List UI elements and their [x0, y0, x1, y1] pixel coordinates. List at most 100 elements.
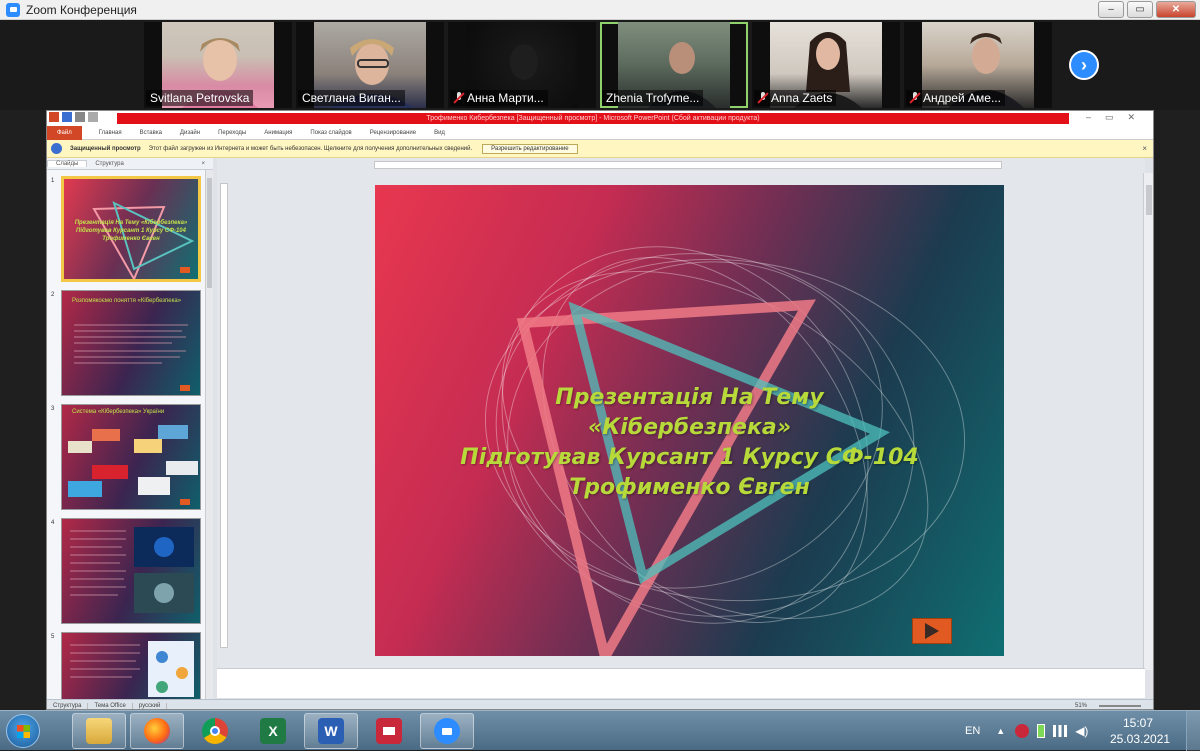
current-slide[interactable]: Презентація На Тему «Кібербезпека» Підго…	[375, 185, 1004, 656]
participant-name: Svitlana Petrovska	[146, 90, 254, 106]
zoom-icon	[434, 718, 460, 744]
thumbnail-text: Презентація На Тему «Кібербезпека» Підгот…	[74, 220, 188, 242]
slide-line-2: «Кібербезпека»	[587, 415, 792, 440]
security-icon[interactable]	[1015, 724, 1030, 738]
horizontal-ruler	[374, 161, 1002, 169]
slides-pane-scrollbar[interactable]	[205, 170, 213, 700]
participant-tile[interactable]: Светлана Виган...	[296, 22, 444, 108]
tab-slideshow[interactable]: Показ слайдов	[301, 130, 360, 136]
status-language: русский	[133, 702, 168, 709]
tab-review[interactable]: Рецензирование	[361, 130, 425, 136]
taskbar-save[interactable]	[362, 713, 416, 749]
shield-icon	[51, 143, 62, 154]
taskbar-firefox[interactable]	[130, 713, 184, 749]
participant-strip: Svitlana Petrovska Светлана Виган... Анн…	[0, 20, 1200, 110]
minimize-button[interactable]: –	[1098, 1, 1124, 18]
taskbar-word[interactable]: W	[304, 713, 358, 749]
tab-insert[interactable]: Вставка	[131, 130, 171, 136]
slide-number: 4	[51, 520, 55, 526]
slide-thumbnail[interactable]	[61, 632, 201, 700]
protected-view-text: Этот файл загружен из Интернета и может …	[148, 145, 473, 152]
enable-editing-button[interactable]: Разрешить редактирование	[482, 143, 578, 154]
thumbnail-art	[70, 527, 194, 613]
taskbar-chrome[interactable]	[188, 713, 242, 749]
firefox-icon	[144, 718, 170, 744]
system-tray: EN ▲ ◀)	[965, 711, 1088, 751]
language-indicator[interactable]: EN	[965, 725, 980, 737]
chrome-icon	[202, 718, 228, 744]
scrollbar-thumb[interactable]	[207, 178, 212, 288]
battery-icon[interactable]	[1037, 724, 1046, 738]
status-view: Структура	[47, 702, 89, 709]
tab-transitions[interactable]: Переходы	[209, 130, 255, 136]
tab-design[interactable]: Дизайн	[171, 130, 209, 136]
scrollbar-thumb[interactable]	[1146, 185, 1152, 215]
participant-name: Anna Zaets	[754, 90, 837, 106]
tab-animations[interactable]: Анимация	[255, 130, 301, 136]
zoom-slider[interactable]	[1099, 705, 1141, 707]
slide-thumbnail[interactable]	[61, 518, 201, 624]
slides-pane-tabs: Слайды Структура ×	[47, 158, 213, 170]
vertical-ruler	[220, 183, 228, 648]
clock[interactable]: 15:07 25.03.2021	[1110, 715, 1171, 747]
slide-thumbnail-selected[interactable]: Презентація На Тему «Кібербезпека» Підгот…	[61, 176, 201, 282]
participant-tile[interactable]: Андрей Аме...	[904, 22, 1052, 108]
next-page-button[interactable]: ›	[1069, 50, 1099, 80]
ppt-window-controls[interactable]: –▭✕	[1086, 112, 1149, 123]
slide-editor: Презентація На Тему «Кібербезпека» Підго…	[217, 158, 1145, 668]
taskbar-excel[interactable]: X	[246, 713, 300, 749]
folder-icon	[86, 718, 112, 744]
zoom-title-bar: Zoom Конференция – ▭ ✕	[0, 0, 1200, 20]
participant-tile-active[interactable]: Zhenia Trofyme...	[600, 22, 748, 108]
thumbnail-art	[68, 425, 198, 505]
participant-tile[interactable]: Svitlana Petrovska	[144, 22, 292, 108]
show-desktop-button[interactable]	[1186, 711, 1200, 751]
participant-name: Zhenia Trofyme...	[602, 90, 704, 106]
taskbar: X W EN ▲ ◀) 15:07 25.03.2021	[0, 710, 1200, 751]
close-icon[interactable]: ×	[1142, 144, 1147, 153]
clock-date: 25.03.2021	[1110, 732, 1171, 746]
chevron-right-icon: ›	[1081, 54, 1087, 75]
notes-pane[interactable]	[217, 668, 1145, 698]
slide-line-3: Підготував Курсант 1 Курсу СФ-104	[460, 445, 919, 470]
network-icon[interactable]	[1053, 725, 1068, 737]
save-icon[interactable]	[62, 112, 72, 122]
clock-time: 15:07	[1122, 716, 1154, 730]
zoom-level[interactable]: 51%	[1069, 703, 1093, 709]
volume-icon[interactable]: ◀)	[1075, 724, 1088, 738]
close-button[interactable]: ✕	[1156, 1, 1196, 18]
taskbar-zoom[interactable]	[420, 713, 474, 749]
tab-home[interactable]: Главная	[90, 130, 131, 136]
status-theme: Тема Office	[88, 702, 133, 709]
thumbnail-art	[70, 641, 194, 697]
maximize-button[interactable]: ▭	[1127, 1, 1153, 18]
slide-number: 1	[51, 178, 55, 184]
word-icon: W	[318, 718, 344, 744]
undo-icon[interactable]	[75, 112, 85, 122]
play-icon	[180, 267, 190, 273]
redo-icon[interactable]	[88, 112, 98, 122]
start-button[interactable]	[6, 714, 40, 748]
slide-thumbnail[interactable]: Розпомякоємо поняття «Кібербезпека»	[61, 290, 201, 396]
editor-scrollbar[interactable]	[1143, 173, 1153, 670]
muted-mic-icon	[910, 92, 920, 104]
close-pane-icon[interactable]: ×	[193, 161, 213, 167]
tab-outline[interactable]: Структура	[87, 161, 131, 167]
tab-file[interactable]: Файл	[47, 125, 82, 140]
play-icon[interactable]	[912, 618, 952, 644]
slide-line-1: Презентація На Тему	[555, 385, 824, 410]
slide-number: 3	[51, 406, 55, 412]
window-controls: – ▭ ✕	[1098, 1, 1196, 18]
powerpoint-title-bar: Трофименко Кибербезпека [Защищенный прос…	[47, 111, 1153, 126]
tab-view[interactable]: Вид	[425, 130, 454, 136]
participant-tile[interactable]: Анна Марти...	[448, 22, 596, 108]
slide-line-4: Трофименко Євген	[569, 475, 810, 500]
taskbar-explorer[interactable]	[72, 713, 126, 749]
tab-slides[interactable]: Слайды	[47, 160, 88, 167]
tray-expand-icon[interactable]: ▲	[996, 726, 1005, 736]
thumbnail-title: Система «Кібербезпека» України	[72, 409, 165, 415]
participant-tile[interactable]: Anna Zaets	[752, 22, 900, 108]
slide-number: 5	[51, 634, 55, 640]
powerpoint-icon	[49, 112, 59, 122]
slide-thumbnail[interactable]: Система «Кібербезпека» України	[61, 404, 201, 510]
